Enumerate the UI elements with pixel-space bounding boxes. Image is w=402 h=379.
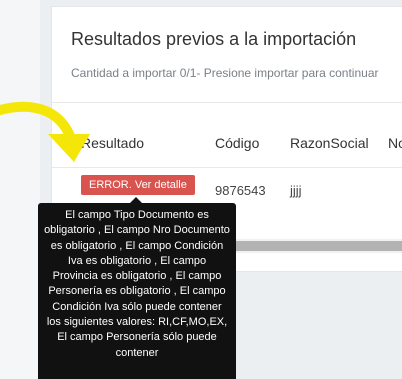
error-detail-button[interactable]: ERROR. Ver detalle xyxy=(81,175,195,195)
column-header-codigo[interactable]: Código xyxy=(215,135,259,151)
row-divider xyxy=(52,167,402,168)
cell-razon-social: jjjj xyxy=(290,183,302,198)
error-tooltip: El campo Tipo Documento es obligatorio ,… xyxy=(38,203,236,379)
column-header-razon-social[interactable]: RazonSocial xyxy=(290,135,369,151)
left-background-strip xyxy=(0,0,40,379)
card-subtitle: Cantidad a importar 0/1- Presione import… xyxy=(71,66,379,80)
cell-codigo: 9876543 xyxy=(215,183,266,198)
column-header-partial[interactable]: No xyxy=(388,135,402,151)
yellow-arrow-icon xyxy=(0,101,90,162)
card-title: Resultados previos a la importación xyxy=(71,29,357,49)
